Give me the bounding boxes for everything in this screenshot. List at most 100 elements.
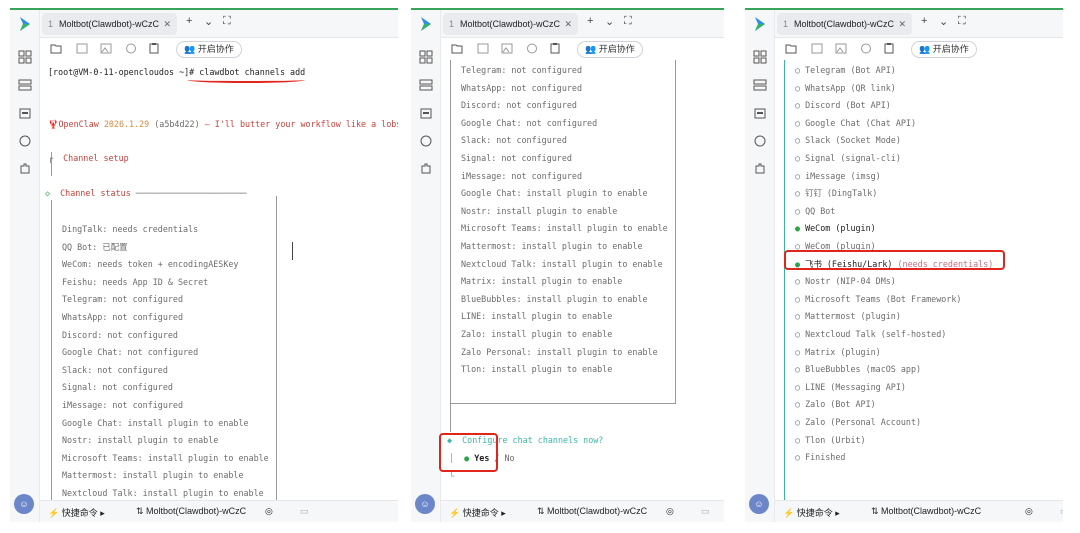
server-list-icon[interactable]	[419, 78, 433, 92]
channel-option[interactable]: ○ Telegram (Bot API)	[795, 64, 896, 76]
collab-button[interactable]: 👥 开启协作	[577, 41, 643, 58]
channel-option[interactable]: ● WeCom (plugin)	[795, 222, 876, 234]
globe-icon[interactable]: ◎	[666, 506, 674, 517]
new-tab-button[interactable]: +	[921, 15, 927, 27]
option-label: QQ Bot	[805, 205, 836, 216]
status-line-text: DingTalk: needs credentials	[62, 224, 199, 234]
app-logo-icon	[421, 17, 431, 31]
terminal-output[interactable]: [root@VM-0-11-opencloudos ~]# clawdbot c…	[40, 60, 398, 500]
terminal-output[interactable]: ○ Telegram (Bot API) ○ WhatsApp (QR link)…	[775, 60, 1063, 500]
terminal-icon[interactable]	[477, 43, 489, 54]
chat-icon[interactable]: ▭	[1060, 506, 1063, 517]
channel-option[interactable]: ○ Tlon (Urbit)	[795, 434, 866, 446]
plugin-icon[interactable]	[18, 162, 32, 176]
grid-icon[interactable]	[18, 50, 32, 64]
channel-option[interactable]: ○ Signal (signal-cli)	[795, 152, 901, 164]
channel-option[interactable]: ○ WhatsApp (QR link)	[795, 82, 896, 94]
shortcut-commands-button[interactable]: ⚡ 快捷命令 ▸	[48, 506, 105, 519]
server-list-icon[interactable]	[18, 78, 32, 92]
new-tab-button[interactable]: +	[587, 15, 593, 27]
channel-option[interactable]: ○ Zalo (Bot API)	[795, 398, 876, 410]
close-tab-icon[interactable]: ✕	[564, 13, 572, 35]
grid-icon[interactable]	[753, 50, 767, 64]
close-tab-icon[interactable]: ✕	[898, 13, 906, 35]
chevron-down-icon[interactable]: ⌄	[939, 15, 948, 28]
channel-setup-title: Channel setup	[63, 153, 129, 163]
chevron-down-icon[interactable]: ⌄	[605, 15, 614, 28]
globe-icon[interactable]: ◎	[265, 506, 273, 517]
cloud-icon[interactable]	[419, 134, 433, 148]
channel-option[interactable]: ○ iMessage (imsg)	[795, 170, 881, 182]
plugin-icon[interactable]	[419, 162, 433, 176]
session-tab[interactable]: 1 Moltbot(Clawdbot)-wCzC ✕	[42, 13, 177, 35]
server-list-icon[interactable]	[753, 78, 767, 92]
status-line: WhatsApp: not configured	[62, 311, 183, 323]
clipboard-icon[interactable]	[883, 43, 895, 54]
open-folder-icon[interactable]	[50, 43, 62, 54]
channel-option[interactable]: ○ Nextcloud Talk (self-hosted)	[795, 328, 946, 340]
image-icon[interactable]	[501, 43, 513, 54]
no-option[interactable]: No	[505, 453, 515, 463]
channel-option[interactable]: ○ Slack (Socket Mode)	[795, 134, 901, 146]
folder-icon[interactable]	[18, 106, 32, 120]
avatar[interactable]: ☺	[415, 494, 435, 514]
status-line: Google Chat: not configured	[461, 117, 597, 129]
option-bullet: ○	[795, 135, 801, 146]
session-selector[interactable]: ⇅ Moltbot(Clawdbot)-wCzC	[136, 506, 246, 517]
open-folder-icon[interactable]	[451, 43, 463, 54]
plugin-icon[interactable]	[753, 162, 767, 176]
globe-icon[interactable]: ◎	[1025, 506, 1033, 517]
ban-icon[interactable]	[526, 43, 538, 54]
expand-icon[interactable]: ⛶	[958, 15, 966, 28]
ban-icon[interactable]	[125, 43, 137, 54]
ban-icon[interactable]	[860, 43, 872, 54]
channel-option[interactable]: ○ Google Chat (Chat API)	[795, 117, 916, 129]
session-selector[interactable]: ⇅ Moltbot(Clawdbot)-wCzC	[871, 506, 981, 517]
channel-option[interactable]: ○ LINE (Messaging API)	[795, 381, 906, 393]
close-tab-icon[interactable]: ✕	[163, 13, 171, 35]
new-tab-button[interactable]: +	[186, 15, 192, 27]
avatar[interactable]: ☺	[14, 494, 34, 514]
folder-icon[interactable]	[419, 106, 433, 120]
grid-icon[interactable]	[419, 50, 433, 64]
clipboard-icon[interactable]	[148, 43, 160, 54]
app-logo-icon	[755, 17, 765, 31]
clipboard-icon[interactable]	[549, 43, 561, 54]
shortcut-commands-button[interactable]: ⚡ 快捷命令 ▸	[449, 506, 506, 519]
channel-option[interactable]: ○ Mattermost (plugin)	[795, 310, 901, 322]
chevron-down-icon[interactable]: ⌄	[204, 15, 213, 28]
collab-button[interactable]: 👥 开启协作	[176, 41, 242, 58]
collab-button[interactable]: 👥 开启协作	[911, 41, 977, 58]
chat-icon[interactable]: ▭	[701, 506, 710, 517]
channel-option[interactable]: ○ Matrix (plugin)	[795, 346, 881, 358]
session-tab[interactable]: 1 Moltbot(Clawdbot)-wCzC ✕	[777, 13, 912, 35]
channel-option[interactable]: ○ 钉钉 (DingTalk)	[795, 187, 877, 199]
session-selector[interactable]: ⇅ Moltbot(Clawdbot)-wCzC	[537, 506, 647, 517]
option-label: WeCom (plugin)	[805, 223, 876, 234]
avatar[interactable]: ☺	[749, 494, 769, 514]
channel-option[interactable]: ○ QQ Bot	[795, 205, 835, 217]
open-folder-icon[interactable]	[785, 43, 797, 54]
status-line: Zalo Personal: install plugin to enable	[461, 346, 658, 358]
channel-option[interactable]: ○ Nostr (NIP-04 DMs)	[795, 275, 896, 287]
channel-option[interactable]: ○ Finished	[795, 451, 845, 463]
expand-icon[interactable]: ⛶	[223, 15, 231, 28]
cloud-icon[interactable]	[18, 134, 32, 148]
shortcut-commands-button[interactable]: ⚡ 快捷命令 ▸	[783, 506, 840, 519]
terminal-icon[interactable]	[811, 43, 823, 54]
image-icon[interactable]	[835, 43, 847, 54]
channel-option[interactable]: ○ Microsoft Teams (Bot Framework)	[795, 293, 961, 305]
terminal-icon[interactable]	[76, 43, 88, 54]
image-icon[interactable]	[100, 43, 112, 54]
channel-option[interactable]: ○ BlueBubbles (macOS app)	[795, 363, 921, 375]
option-bullet: ○	[795, 100, 801, 111]
cloud-icon[interactable]	[753, 134, 767, 148]
channel-option[interactable]: ○ Zalo (Personal Account)	[795, 416, 921, 428]
command-line: [root@VM-0-11-opencloudos ~]# clawdbot c…	[48, 66, 305, 78]
folder-icon[interactable]	[753, 106, 767, 120]
channel-option[interactable]: ○ Discord (Bot API)	[795, 99, 891, 111]
chat-icon[interactable]: ▭	[300, 506, 309, 517]
session-tab[interactable]: 1 Moltbot(Clawdbot)-wCzC ✕	[443, 13, 578, 35]
expand-icon[interactable]: ⛶	[624, 15, 632, 28]
option-label: Nostr (NIP-04 DMs)	[805, 276, 896, 287]
